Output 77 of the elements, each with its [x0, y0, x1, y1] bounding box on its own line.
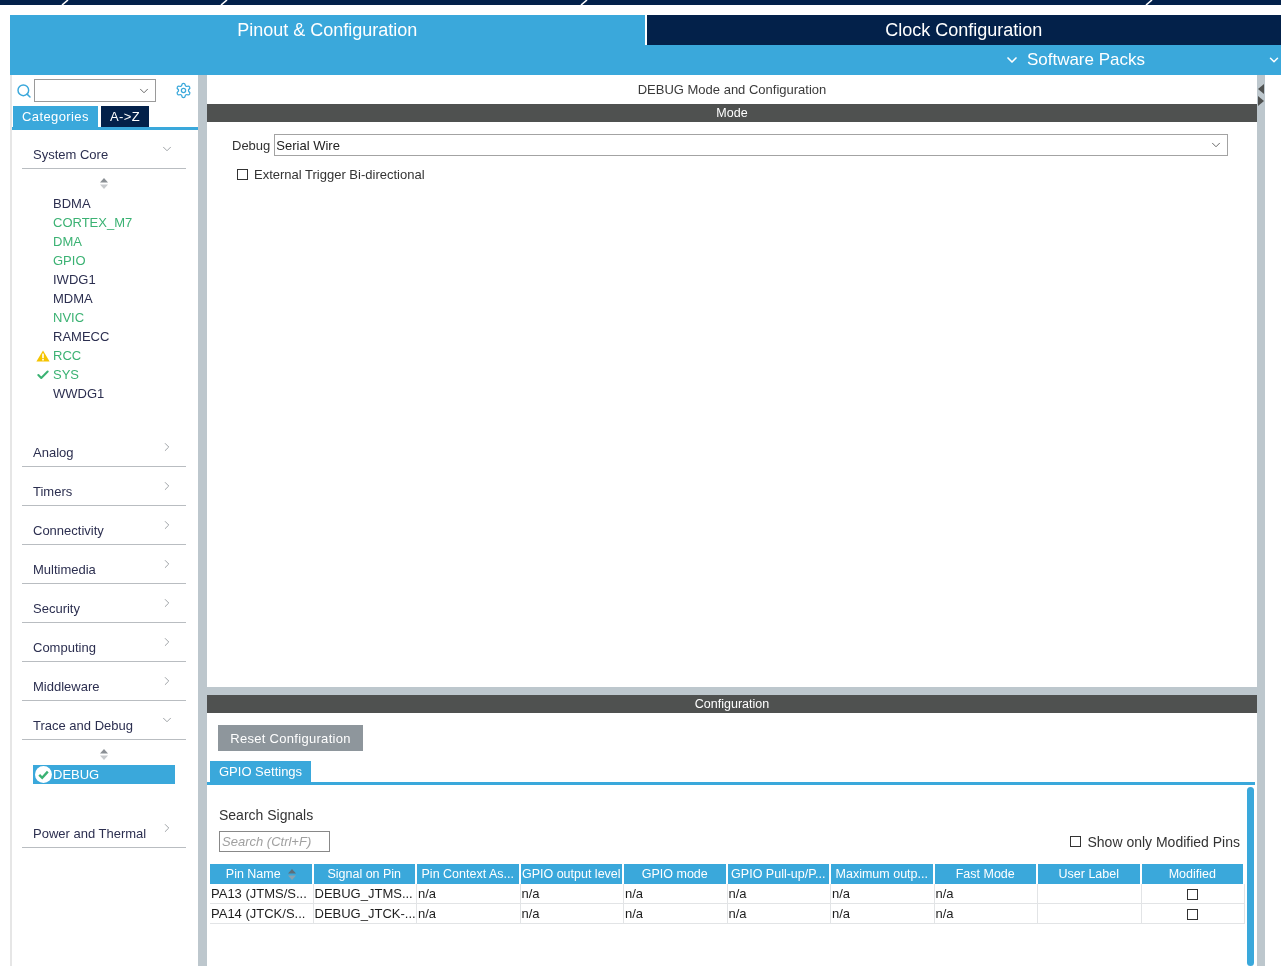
column-header[interactable]: Pin Name: [210, 864, 314, 884]
peripheral-item[interactable]: BDMA: [33, 194, 175, 213]
category-header[interactable]: Power and Thermal: [22, 809, 186, 848]
peripheral-item[interactable]: CORTEX_M7: [33, 213, 175, 232]
search-field[interactable]: Search (Ctrl+F): [219, 831, 330, 852]
column-header[interactable]: Fast Mode: [934, 864, 1038, 884]
column-header[interactable]: Signal on Pin: [313, 864, 417, 884]
sort-arrows-icon[interactable]: [100, 749, 108, 760]
peripheral-item[interactable]: IWDG1: [33, 270, 175, 289]
column-header[interactable]: GPIO mode: [624, 864, 728, 884]
table-cell: n/a: [934, 904, 1038, 924]
column-header[interactable]: User Label: [1038, 864, 1142, 884]
menu-button[interactable]: Software Packs: [1003, 50, 1145, 70]
settings-tab[interactable]: GPIO Settings: [210, 761, 312, 782]
table-cell: n/a: [520, 904, 624, 924]
column-header[interactable]: Modified: [1141, 864, 1245, 884]
view-tab[interactable]: Categories: [13, 106, 98, 127]
checkbox[interactable]: [237, 169, 248, 180]
column-header[interactable]: Pin Context As...: [417, 864, 521, 884]
column-header[interactable]: GPIO Pull-up/P...: [727, 864, 831, 884]
column-header[interactable]: GPIO output level: [520, 864, 624, 884]
category-header[interactable]: System Core: [22, 130, 186, 169]
table-cell: n/a: [417, 884, 521, 904]
peripheral-item[interactable]: SYS: [33, 365, 175, 384]
table-cell: PA13 (JTMS/S...: [210, 884, 314, 904]
view-tab[interactable]: A->Z: [100, 106, 149, 127]
checkbox[interactable]: [1070, 836, 1082, 847]
row-checkbox[interactable]: [1187, 909, 1199, 921]
category-header[interactable]: Analog: [22, 428, 186, 467]
peripheral-item[interactable]: RCC: [33, 346, 175, 365]
top-tab[interactable]: Pinout & Configuration: [10, 15, 645, 45]
reset-button[interactable]: Reset Configuration: [218, 725, 363, 751]
table-cell: n/a: [831, 884, 935, 904]
field-label: Debug: [232, 137, 271, 153]
category-header[interactable]: Middleware: [22, 662, 186, 701]
section-header: Mode: [207, 104, 1257, 122]
sort-arrows-icon[interactable]: [100, 178, 108, 189]
table-cell: n/a: [934, 884, 1038, 904]
search-combobox[interactable]: [34, 79, 156, 102]
table-cell: n/a: [417, 904, 521, 924]
search-icon[interactable]: [16, 82, 32, 99]
settings-icon[interactable]: [175, 82, 192, 99]
peripheral-item[interactable]: WWDG1: [33, 384, 175, 403]
row-checkbox[interactable]: [1187, 889, 1199, 901]
debug-select[interactable]: Serial Wire: [274, 134, 1228, 156]
checkbox-label: Show only Modified Pins: [1087, 833, 1240, 850]
table-cell: n/a: [831, 904, 935, 924]
table-cell: n/a: [727, 904, 831, 924]
table-cell: DEBUG_JTMS...: [313, 884, 417, 904]
table-cell: DEBUG_JTCK-...: [313, 904, 417, 924]
peripheral-item[interactable]: DEBUG: [33, 765, 175, 784]
category-header[interactable]: Security: [22, 584, 186, 623]
table-cell: PA14 (JTCK/S...: [210, 904, 314, 924]
table-cell: n/a: [520, 884, 624, 904]
sort-arrows-icon[interactable]: [287, 869, 296, 881]
category-header[interactable]: Connectivity: [22, 506, 186, 545]
column-header[interactable]: Maximum outp...: [831, 864, 935, 884]
peripheral-item[interactable]: DMA: [33, 232, 175, 251]
peripheral-item[interactable]: MDMA: [33, 289, 175, 308]
category-header[interactable]: Computing: [22, 623, 186, 662]
section-header: Configuration: [207, 695, 1257, 713]
checkbox-label: External Trigger Bi-directional: [254, 167, 425, 182]
top-tab[interactable]: Clock Configuration: [646, 15, 1281, 45]
triangle-right-icon[interactable]: [1258, 96, 1264, 106]
peripheral-item[interactable]: GPIO: [33, 251, 175, 270]
table-cell: n/a: [727, 884, 831, 904]
peripheral-item[interactable]: NVIC: [33, 308, 175, 327]
table-cell: n/a: [624, 904, 728, 924]
scrollbar[interactable]: [1247, 787, 1254, 966]
peripheral-item[interactable]: RAMECC: [33, 327, 175, 346]
search-label: Search Signals: [219, 807, 314, 823]
panel-title: DEBUG Mode and Configuration: [636, 81, 828, 99]
triangle-left-icon[interactable]: [1258, 84, 1264, 94]
category-header[interactable]: Trace and Debug: [22, 701, 186, 740]
category-header[interactable]: Timers: [22, 467, 186, 506]
table-cell: n/a: [624, 884, 728, 904]
category-header[interactable]: Multimedia: [22, 545, 186, 584]
